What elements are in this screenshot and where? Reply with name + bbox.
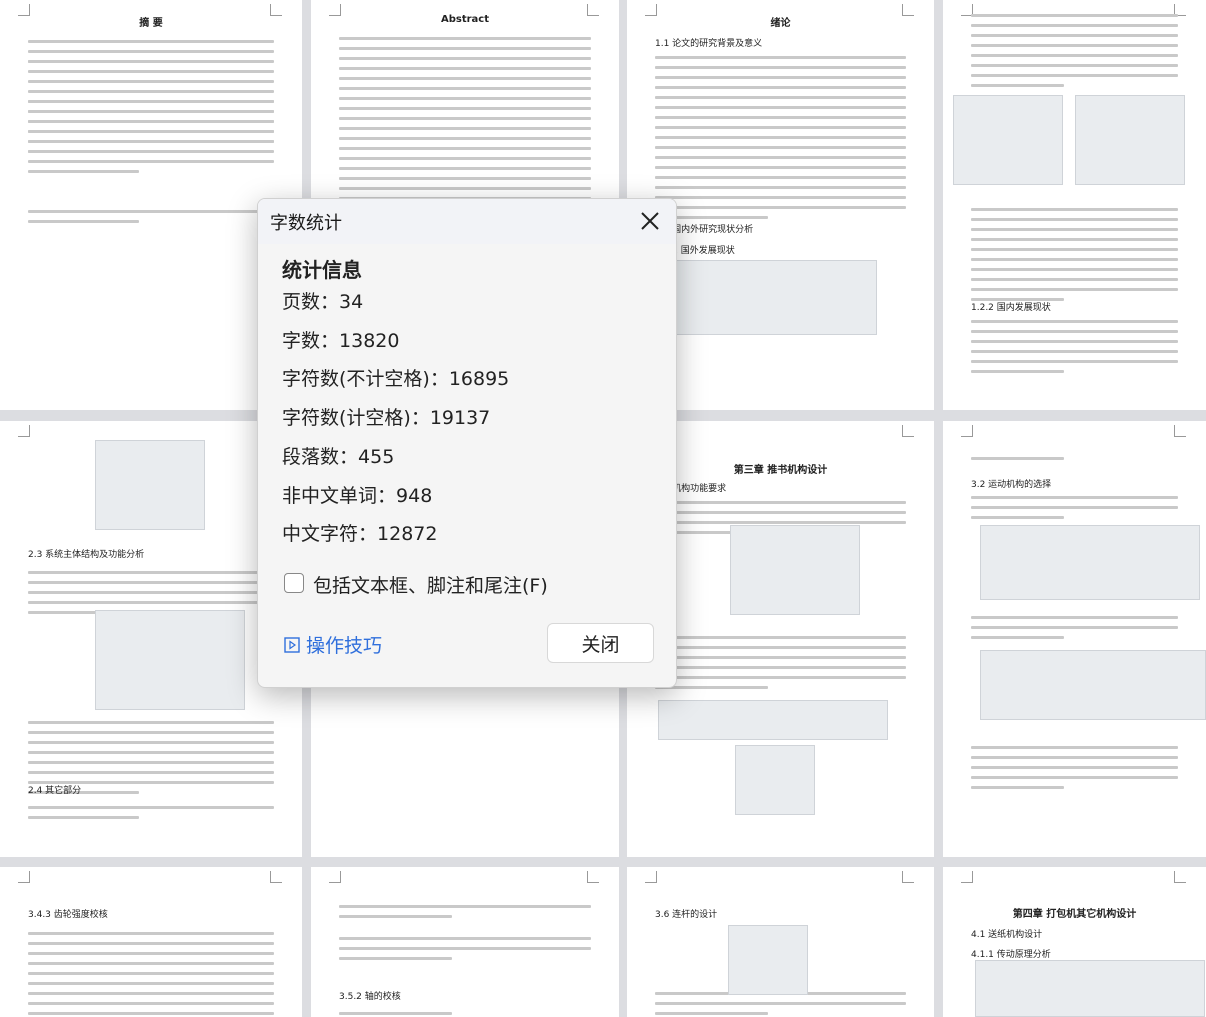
text-block bbox=[28, 932, 274, 1017]
document-figure bbox=[95, 440, 205, 530]
text-block bbox=[971, 746, 1178, 796]
stat-value: 455 bbox=[358, 445, 395, 468]
document-figure bbox=[980, 525, 1200, 600]
stat-label: 段落数： bbox=[282, 445, 359, 468]
document-page[interactable]: 3.2 运动机构的选择 bbox=[943, 421, 1206, 857]
text-block bbox=[655, 992, 906, 1017]
text-block bbox=[28, 100, 274, 180]
text-block bbox=[28, 806, 274, 826]
margin-mark bbox=[270, 871, 282, 883]
text-block bbox=[655, 636, 906, 696]
page-heading: 3.2 运动机构的选择 bbox=[971, 480, 1052, 490]
page-heading: 2.3 系统主体结构及功能分析 bbox=[28, 550, 145, 560]
tips-link-label: 操作技巧 bbox=[306, 635, 383, 657]
margin-mark bbox=[18, 871, 30, 883]
stat-label: 中文字符： bbox=[282, 523, 378, 546]
stat-label: 非中文单词： bbox=[282, 484, 397, 507]
margin-mark bbox=[961, 425, 973, 437]
close-icon[interactable] bbox=[636, 207, 664, 235]
stat-value: 13820 bbox=[339, 329, 400, 352]
stat-row: 字数：13820 bbox=[282, 326, 399, 353]
text-block bbox=[339, 937, 591, 967]
text-block bbox=[971, 496, 1178, 526]
page-heading: 3.6 连杆的设计 bbox=[655, 910, 718, 920]
document-figure bbox=[1075, 95, 1185, 185]
document-figure bbox=[730, 525, 860, 615]
margin-mark bbox=[329, 871, 341, 883]
dialog-title-bar[interactable]: 字数统计 bbox=[258, 199, 676, 244]
margin-mark bbox=[1174, 871, 1186, 883]
margin-mark bbox=[1174, 425, 1186, 437]
stat-label: 页数： bbox=[282, 291, 340, 313]
page-heading: 第四章 打包机其它机构设计 bbox=[1012, 909, 1137, 920]
text-block bbox=[655, 56, 906, 226]
margin-mark bbox=[18, 425, 30, 437]
page-heading: 摘 要 bbox=[139, 18, 163, 29]
document-figure bbox=[975, 960, 1205, 1017]
stat-label: 字符数(计空格)： bbox=[282, 407, 430, 430]
stat-label: 字数： bbox=[282, 329, 340, 352]
text-block bbox=[339, 1012, 591, 1017]
stat-label: 字符数(不计空格)： bbox=[282, 368, 449, 391]
dialog-title: 字数统计 bbox=[270, 213, 342, 234]
tips-link[interactable]: 操作技巧 bbox=[284, 631, 382, 658]
stat-row: 非中文单词：948 bbox=[282, 481, 432, 508]
margin-mark bbox=[587, 871, 599, 883]
margin-mark bbox=[961, 871, 973, 883]
include-textbox-footnotes-checkbox[interactable] bbox=[284, 573, 304, 593]
close-button[interactable]: 关闭 bbox=[547, 623, 654, 663]
text-block bbox=[971, 208, 1178, 308]
page-heading: 1.1 论文的研究背景及意义 bbox=[655, 39, 763, 49]
document-figure bbox=[95, 610, 245, 710]
document-figure bbox=[728, 925, 808, 995]
stat-value: 34 bbox=[339, 291, 364, 313]
stat-value: 12872 bbox=[377, 523, 438, 546]
stat-value: 19137 bbox=[429, 407, 491, 430]
page-heading: 4.1.1 传动原理分析 bbox=[971, 950, 1051, 960]
document-figure bbox=[953, 95, 1063, 185]
stat-row: 字符数(计空格)：19137 bbox=[282, 403, 490, 430]
text-block bbox=[28, 60, 274, 70]
play-icon bbox=[284, 636, 300, 653]
section-heading: 统计信息 bbox=[282, 258, 362, 282]
margin-mark bbox=[902, 425, 914, 437]
stat-value: 948 bbox=[396, 484, 433, 507]
page-heading: 3.4.3 齿轮强度校核 bbox=[28, 910, 108, 920]
text-block bbox=[971, 14, 1178, 94]
text-block bbox=[971, 320, 1178, 380]
document-page[interactable]: 1.2.2 国内发展现状 bbox=[943, 0, 1206, 410]
text-block bbox=[971, 616, 1178, 646]
stat-value: 16895 bbox=[448, 368, 510, 391]
margin-mark bbox=[645, 871, 657, 883]
page-heading: Abstract bbox=[440, 14, 490, 25]
text-block bbox=[28, 210, 274, 230]
page-heading: 1.2.2 国内发展现状 bbox=[971, 303, 1051, 313]
document-page[interactable]: 3.5.2 轴的校核 bbox=[311, 867, 619, 1017]
margin-mark bbox=[902, 871, 914, 883]
page-heading: 2.4 其它部分 bbox=[28, 786, 82, 796]
word-count-dialog: 字数统计 统计信息 页数：34 字数：13820 字符数(不计空格)：16895 字符… bbox=[257, 198, 677, 688]
include-checkbox-label[interactable]: 包括文本框、脚注和尾注(F) bbox=[313, 571, 548, 598]
document-figure bbox=[658, 700, 888, 740]
stat-row: 段落数：455 bbox=[282, 442, 394, 469]
document-figure bbox=[735, 745, 815, 815]
page-heading: 3.5.2 轴的校核 bbox=[339, 992, 401, 1002]
document-page[interactable]: 3.4.3 齿轮强度校核 bbox=[0, 867, 302, 1017]
text-block bbox=[971, 457, 1178, 467]
stat-row: 中文字符：12872 bbox=[282, 519, 437, 546]
text-block bbox=[339, 905, 591, 925]
page-heading: 绪论 bbox=[770, 18, 791, 29]
document-figure bbox=[980, 650, 1206, 720]
page-heading: 4.1 送纸机构设计 bbox=[971, 930, 1043, 940]
stat-row: 页数：34 bbox=[282, 287, 363, 314]
stat-row: 字符数(不计空格)：16895 bbox=[282, 364, 509, 391]
